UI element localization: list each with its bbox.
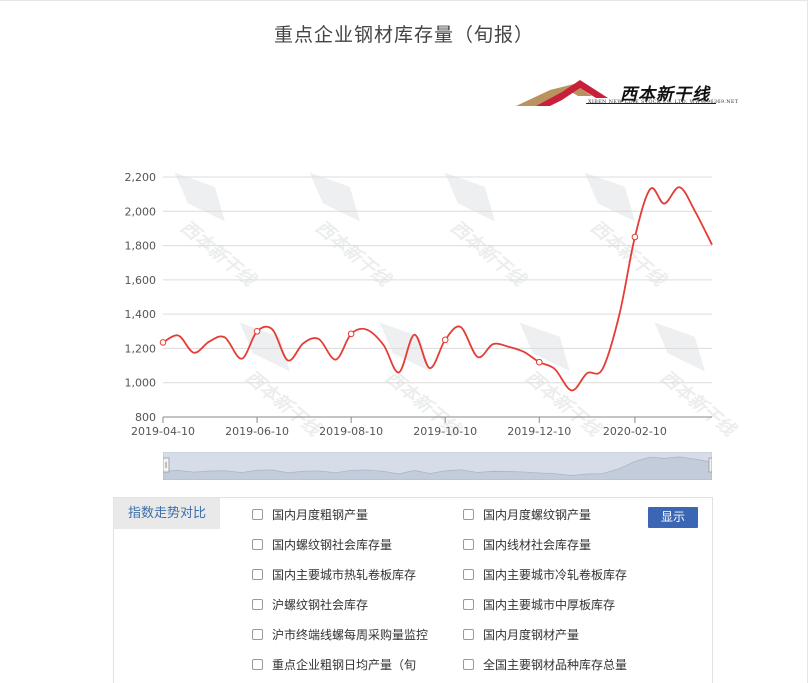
y-tick-label: 2,000	[125, 205, 157, 218]
watermark: 西本新干线	[379, 322, 465, 442]
watermark: 西本新干线	[174, 172, 260, 292]
x-tick-label: 2019-06-10	[225, 425, 289, 438]
watermark-text: 西本新干线	[311, 217, 395, 292]
watermark-mark	[584, 172, 635, 222]
compare-option[interactable]: 沪螺纹钢社会库存	[252, 596, 368, 612]
option-checkbox[interactable]	[252, 538, 263, 550]
show-button[interactable]: 显示	[648, 507, 698, 528]
option-label: 国内主要城市中厚板库存	[483, 597, 616, 612]
y-tick-label: 2,200	[125, 171, 157, 184]
watermark: 西本新干线	[584, 172, 670, 292]
watermark: 西本新干线	[309, 172, 395, 292]
option-label: 重点企业粗钢日均产量（旬	[272, 657, 417, 672]
data-point	[347, 330, 355, 338]
range-navigator[interactable]	[163, 452, 712, 480]
x-axis: 2019-04-10 2019-06-10 2019-08-10 2019-10-10…	[131, 416, 712, 438]
watermark-text: 西本新干线	[446, 217, 530, 292]
watermark-mark	[309, 172, 360, 222]
x-tick-label: 2019-08-10	[319, 425, 383, 438]
data-point	[159, 339, 167, 346]
option-label: 国内主要城市热轧卷板库存	[272, 567, 417, 582]
x-tick-label: 2019-04-10	[131, 425, 195, 438]
watermark: 西本新干线	[444, 172, 530, 292]
compare-option[interactable]: 国内月度螺纹钢产量	[463, 506, 591, 522]
compare-panel: 指数走势对比 显示 国内月度粗钢产量 国内月度螺纹钢产量国内螺纹钢社会库存量 国内线…	[113, 497, 713, 683]
option-label: 国内线材社会库存量	[483, 537, 592, 552]
option-label: 全国主要钢材品种库存总量	[483, 657, 628, 672]
option-checkbox[interactable]	[463, 598, 474, 610]
watermark-mark	[519, 322, 570, 372]
compare-option[interactable]: 国内主要城市冷轧卷板库存	[463, 566, 627, 582]
data-point	[441, 336, 449, 344]
watermark-mark	[379, 322, 430, 372]
option-checkbox[interactable]	[463, 538, 474, 550]
compare-option[interactable]: 全国主要钢材品种库存总量	[463, 656, 627, 672]
option-label: 沪市终端线螺每周采购量监控	[272, 627, 429, 642]
y-axis-labels: 800 1,000 1,200 1,400 1,600 1,800 2,000 2,200	[125, 171, 157, 424]
line-chart: 西本新干线 西本新干线 西本新干线 西本新干线西本新干线 西本新干线 西本新干线 西本新干线…	[125, 171, 741, 442]
watermark-mark	[239, 322, 290, 372]
watermark-mark	[654, 322, 705, 372]
data-point	[253, 327, 261, 335]
watermark-mark	[174, 172, 225, 222]
option-label: 沪螺纹钢社会库存	[272, 597, 369, 612]
compare-option[interactable]: 重点企业粗钢日均产量（旬	[252, 656, 416, 672]
option-label: 国内主要城市冷轧卷板库存	[483, 567, 628, 582]
y-tick-label: 1,200	[125, 342, 157, 355]
navigator-right-handle	[708, 457, 712, 473]
watermark-text: 西本新干线	[586, 217, 670, 292]
compare-option[interactable]: 国内线材社会库存量	[463, 536, 591, 552]
option-checkbox[interactable]	[252, 598, 263, 610]
option-checkbox[interactable]	[252, 568, 263, 580]
y-tick-label: 1,800	[125, 240, 157, 253]
data-point	[631, 233, 639, 241]
watermark-mark	[444, 172, 495, 222]
option-label: 国内月度粗钢产量	[272, 507, 369, 522]
compare-option[interactable]: 国内主要城市热轧卷板库存	[252, 566, 416, 582]
watermark: 西本新干线	[654, 322, 740, 442]
option-label: 国内螺纹钢社会库存量	[272, 537, 393, 552]
option-checkbox[interactable]	[463, 658, 474, 670]
option-checkbox[interactable]	[252, 658, 263, 670]
watermark: 西本新干线	[239, 322, 325, 442]
y-tick-label: 1,600	[125, 274, 157, 287]
watermark-text: 西本新干线	[656, 367, 740, 442]
option-checkbox[interactable]	[463, 568, 474, 580]
y-tick-label: 1,400	[125, 308, 157, 321]
option-checkbox[interactable]	[463, 508, 474, 520]
compare-option[interactable]: 沪市终端线螺每周采购量监控	[252, 626, 428, 642]
logo-subtext: XIBEN NEW LINE STOCK CO.,LTD. WWW.96369.…	[588, 99, 739, 105]
y-tick-label: 800	[135, 411, 156, 424]
option-checkbox[interactable]	[252, 508, 263, 520]
top-border	[0, 0, 808, 1]
x-tick-label: 2019-10-10	[413, 425, 477, 438]
compare-option[interactable]: 国内月度粗钢产量	[252, 506, 368, 522]
option-checkbox[interactable]	[252, 628, 263, 640]
x-tick-label: 2020-02-10	[603, 425, 667, 438]
panel-label: 指数走势对比	[114, 498, 220, 529]
compare-option[interactable]: 国内月度钢材产量	[463, 626, 579, 642]
option-checkbox[interactable]	[463, 628, 474, 640]
option-label: 国内月度钢材产量	[483, 627, 580, 642]
option-label: 国内月度螺纹钢产量	[483, 507, 592, 522]
data-point	[535, 358, 543, 366]
watermark-text: 西本新干线	[176, 217, 260, 292]
y-tick-label: 1,000	[125, 377, 157, 390]
watermark-layer: 西本新干线 西本新干线 西本新干线 西本新干线西本新干线 西本新干线 西本新干线 西本新干线	[174, 172, 740, 442]
chart-title: 重点企业钢材库存量（旬报）	[273, 24, 534, 46]
x-tick-label: 2019-12-10	[507, 425, 571, 438]
compare-option[interactable]: 国内螺纹钢社会库存量	[252, 536, 392, 552]
compare-option[interactable]: 国内主要城市中厚板库存	[463, 596, 615, 612]
